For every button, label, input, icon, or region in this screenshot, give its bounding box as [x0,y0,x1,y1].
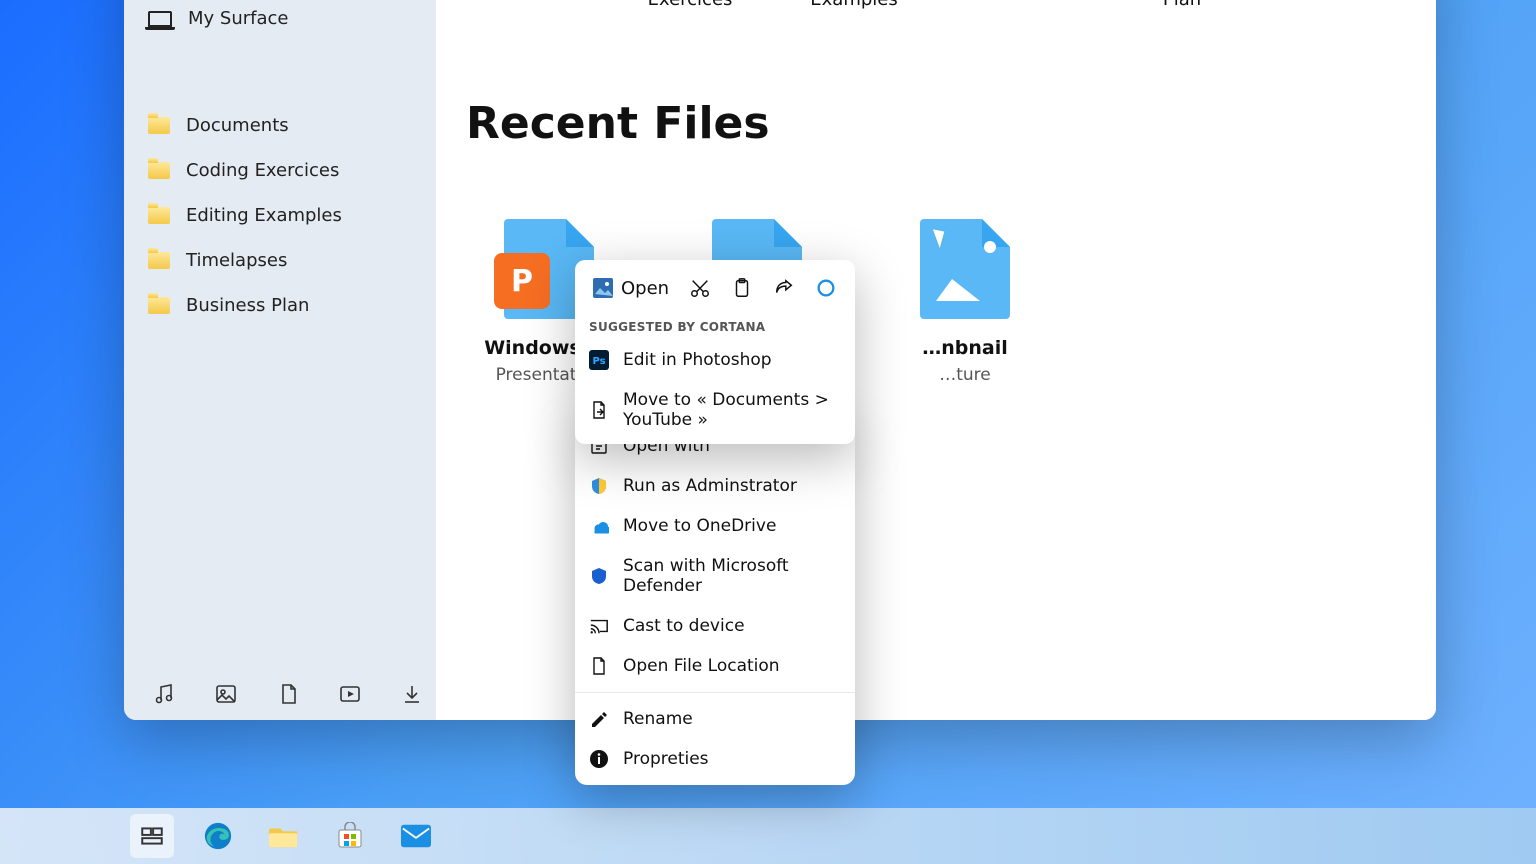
context-subhead: SUGGESTED BY CORTANA [575,316,855,340]
folder-icon [148,117,170,134]
folder-documents[interactable]: Documents [466,0,586,10]
context-menu-primary: Open SUGGESTED BY CORTANA Ps Edit in Pho… [575,260,855,444]
context-item-label: Move to « Documents > YouTube » [623,390,841,430]
edge-button[interactable] [196,814,240,858]
context-item-properties[interactable]: Propreties [575,739,855,779]
downloads-icon[interactable] [400,682,424,706]
sidebar-item-documents[interactable]: Documents [124,103,436,148]
file-image-2[interactable]: …nbnail …ture [890,219,1040,385]
context-item-label: Rename [623,709,693,729]
folder-editing[interactable]: Editing Examples [794,0,914,10]
context-item-label: Run as Adminstrator [623,476,797,496]
sidebar-item-label: My Surface [188,8,288,29]
folder-grid: Documents Coding Exercices Editing Examp… [466,0,1406,10]
sidebar-item-label: Editing Examples [186,205,342,226]
folder-icon [148,162,170,179]
file-name: …nbnail [890,337,1040,359]
cast-icon [589,616,609,636]
sidebar-item-label: Coding Exercices [186,160,339,181]
context-item-label: Cast to device [623,616,745,636]
store-button[interactable] [328,814,372,858]
clipboard-button[interactable] [725,270,759,306]
context-item-label: Edit in Photoshop [623,350,772,370]
admin-shield-icon [589,476,609,496]
sidebar-item-editing[interactable]: Editing Examples [124,193,436,238]
context-toolbar: Open [575,260,855,316]
music-icon[interactable] [152,682,176,706]
context-item-rename[interactable]: Rename [575,699,855,739]
photos-icon[interactable] [214,682,238,706]
laptop-icon [148,11,172,27]
move-document-icon [589,400,609,420]
share-button[interactable] [767,270,801,306]
sidebar-item-timelapses[interactable]: Timelapses [124,238,436,283]
sidebar: My Surface Documents Coding Exercices Ed… [124,0,436,720]
context-item-move-doc[interactable]: Move to « Documents > YouTube » [575,380,855,444]
start-area[interactable] [18,814,108,858]
folder-icon [148,207,170,224]
folder-label: Coding Exercices [630,0,750,10]
folder-label: Editing Examples [794,0,914,10]
file-location-icon [589,656,609,676]
taskbar [0,808,1536,864]
folder-timelapses[interactable]: Timelapses [958,0,1078,10]
context-item-label: Open File Location [623,656,780,676]
folder-icon [148,297,170,314]
taskview-button[interactable] [130,814,174,858]
sidebar-item-coding[interactable]: Coding Exercices [124,148,436,193]
videos-icon[interactable] [338,682,362,706]
folder-label: Business Plan [1122,0,1242,10]
context-item-admin[interactable]: Run as Adminstrator [575,466,855,506]
sidebar-quick-icons [124,682,436,706]
context-item-label: Propreties [623,749,709,769]
context-separator [575,692,855,693]
context-open-label: Open [621,278,669,299]
sidebar-item-label: Documents [186,115,289,136]
rename-icon [589,709,609,729]
context-item-label: Move to OneDrive [623,516,776,536]
folder-coding[interactable]: Coding Exercices [630,0,750,10]
folder-youtube[interactable]: Youtube [1286,0,1406,10]
context-item-cast[interactable]: Cast to device [575,606,855,646]
onedrive-icon [589,516,609,536]
sidebar-item-label: Timelapses [186,250,287,271]
picture-app-icon [593,278,613,298]
documents-icon[interactable] [276,682,300,706]
powerpoint-badge-icon: P [494,253,550,309]
context-menu-secondary: Open with Run as Adminstrator Move to On… [575,420,855,785]
cortana-button[interactable] [809,270,843,306]
photoshop-icon: Ps [589,350,609,370]
sidebar-item-label: Business Plan [186,295,309,316]
mail-button[interactable] [394,814,438,858]
defender-icon [589,566,609,586]
recent-files-heading: Recent Files [466,98,1406,149]
context-item-photoshop[interactable]: Ps Edit in Photoshop [575,340,855,380]
file-thumbnail [920,219,1010,319]
context-item-onedrive[interactable]: Move to OneDrive [575,506,855,546]
file-type: …ture [890,365,1040,385]
folder-icon [148,252,170,269]
context-item-file-loc[interactable]: Open File Location [575,646,855,686]
context-item-label: Scan with Microsoft Defender [623,556,841,596]
sidebar-item-business[interactable]: Business Plan [124,283,436,328]
cut-button[interactable] [683,270,717,306]
context-open-button[interactable]: Open [587,276,675,301]
context-item-defender[interactable]: Scan with Microsoft Defender [575,546,855,606]
explorer-button[interactable] [262,814,306,858]
folder-business[interactable]: Business Plan [1122,0,1242,10]
info-icon [589,749,609,769]
sidebar-item-device[interactable]: My Surface [124,0,436,41]
svg-text:Ps: Ps [592,356,605,367]
